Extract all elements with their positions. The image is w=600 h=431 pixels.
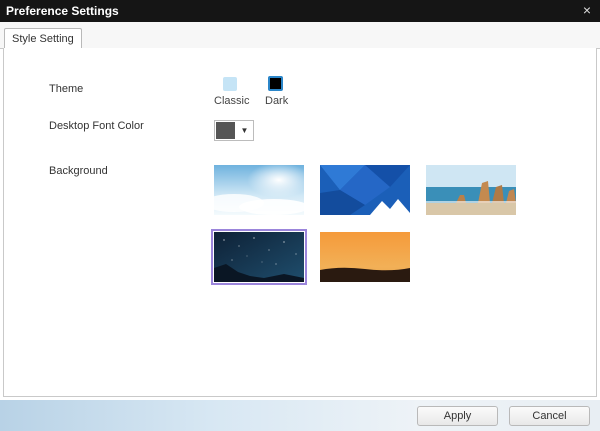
desktop-font-color-label: Desktop Font Color	[49, 120, 144, 132]
background-thumb-sky[interactable]	[214, 165, 304, 215]
theme-dark-swatch[interactable]	[268, 76, 283, 91]
theme-label: Theme	[49, 83, 84, 95]
background-thumb-orange-sunset[interactable]	[320, 232, 410, 282]
tab-style-setting[interactable]: Style Setting	[4, 28, 82, 50]
background-thumb-starry-night[interactable]	[211, 229, 307, 285]
window-title: Preference Settings	[6, 4, 119, 18]
background-thumb-blue-geometric[interactable]	[320, 165, 410, 215]
font-color-chip	[216, 122, 235, 139]
title-bar: Preference Settings ×	[0, 0, 600, 22]
cancel-button[interactable]: Cancel	[509, 406, 590, 426]
theme-classic-caption: Classic	[214, 95, 250, 107]
background-label: Background	[49, 165, 108, 177]
background-thumb-coastal-rocks[interactable]	[426, 165, 516, 215]
style-setting-panel: Theme Classic Dark Desktop Font Color ▼ …	[3, 48, 597, 397]
tab-strip: Style Setting	[0, 22, 600, 50]
close-icon[interactable]: ×	[580, 2, 594, 18]
font-color-picker[interactable]: ▼	[214, 120, 254, 141]
theme-classic-swatch[interactable]	[223, 77, 237, 91]
chevron-down-icon[interactable]: ▼	[237, 122, 252, 139]
theme-dark-caption: Dark	[265, 95, 289, 107]
apply-button[interactable]: Apply	[417, 406, 498, 426]
footer-bar: Apply Cancel	[0, 400, 600, 431]
